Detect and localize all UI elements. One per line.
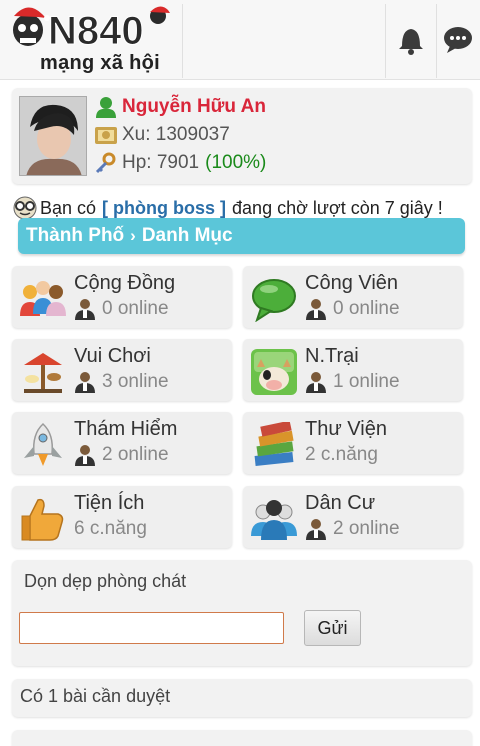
category-status-text: 1 online [333, 371, 400, 392]
person-icon [75, 299, 95, 320]
key-icon [95, 152, 116, 174]
category-name: N.Trại [305, 345, 359, 367]
category-status-text: 2 online [102, 444, 169, 465]
profile-xu-row: Xu: 1309037 [94, 124, 230, 146]
park-speech-icon [252, 279, 296, 322]
community-icon [20, 281, 66, 316]
messages-button[interactable] [436, 0, 480, 80]
user-icon [96, 97, 116, 118]
pending-posts-text[interactable]: Có 1 bài cần duyệt [20, 686, 170, 707]
residents-icon [251, 500, 297, 540]
person-icon [75, 372, 95, 393]
breadcrumb-category: Danh Mục [141, 225, 233, 246]
breadcrumb-city[interactable]: Thành Phố [26, 225, 124, 247]
category-status-text: 0 online [333, 298, 400, 319]
person-icon [306, 372, 326, 393]
chat-cleanup-input[interactable] [19, 612, 284, 644]
category-name: Thư Viện [305, 418, 387, 440]
person-icon [75, 445, 95, 466]
category-tile-vui-choi[interactable]: Vui Chơi 3 online [12, 339, 232, 401]
rocket-icon [24, 422, 62, 466]
next-panel [12, 730, 472, 746]
profile-hp-row: Hp: 7901 (100%) [94, 152, 266, 174]
site-logo[interactable]: N840 mạng xã hội [8, 4, 184, 76]
category-status: 3 online [74, 371, 169, 393]
thumbs-up-icon [21, 498, 64, 541]
header-divider [182, 4, 183, 78]
category-status: 2 online [74, 444, 169, 466]
category-status: 2 c.năng [305, 444, 378, 466]
category-name: Tiện Ích [74, 492, 145, 514]
category-status-text: 6 c.năng [74, 518, 147, 539]
category-status-text: 2 online [333, 518, 400, 539]
logo-subtitle: mạng xã hội [40, 52, 160, 74]
category-status-text: 3 online [102, 371, 169, 392]
person-icon [306, 519, 326, 540]
send-button[interactable]: Gửi [304, 610, 361, 646]
app-header: N840 mạng xã hội [0, 0, 480, 80]
logo-skull-icon: N840 [13, 6, 170, 50]
category-status: 6 c.năng [74, 518, 147, 540]
category-tile-n-trai[interactable]: N.Trại 1 online [243, 339, 463, 401]
person-icon [306, 299, 326, 320]
breadcrumb: Thành Phố › Danh Mục [18, 218, 465, 254]
profile-xu: Xu: 1309037 [122, 124, 230, 145]
chat-cleanup-title: Dọn dẹp phòng chát [24, 571, 187, 591]
nerd-face-icon [13, 196, 37, 220]
profile-hp-percent: (100%) [205, 152, 267, 173]
category-name: Dân Cư [305, 492, 376, 514]
category-tile-dan-cu[interactable]: Dân Cư 2 online [243, 486, 463, 548]
category-name: Công Viên [305, 272, 399, 294]
farm-cow-icon [251, 349, 297, 395]
notice-suffix: đang chờ lượt còn 7 giây ! [232, 197, 443, 218]
chat-bubble-icon [444, 27, 472, 53]
svg-text:N840: N840 [48, 9, 144, 50]
category-status: 0 online [74, 298, 169, 320]
category-tile-cong-vien[interactable]: Công Viên 0 online [243, 266, 463, 328]
category-status: 0 online [305, 298, 400, 320]
profile-hp: Hp: 7901 [122, 152, 200, 173]
category-name: Cộng Đồng [74, 272, 176, 294]
carousel-icon [24, 353, 62, 393]
notifications-button[interactable] [386, 0, 436, 80]
books-icon [254, 422, 294, 466]
profile-name-row: Nguyễn Hữu An [94, 96, 266, 118]
category-status: 1 online [305, 371, 400, 393]
category-status-text: 2 c.năng [305, 444, 378, 465]
avatar[interactable] [19, 96, 87, 176]
category-name: Vui Chơi [74, 345, 151, 367]
coins-icon [95, 127, 117, 144]
category-tile-tien-ich[interactable]: Tiện Ích 6 c.năng [12, 486, 232, 548]
profile-name[interactable]: Nguyễn Hữu An [122, 96, 266, 118]
bell-icon [399, 29, 423, 55]
category-status: 2 online [305, 518, 400, 540]
category-tile-cong-dong[interactable]: Cộng Đồng 0 online [12, 266, 232, 328]
boss-room-link[interactable]: [ phòng boss ] [102, 198, 226, 219]
category-status-text: 0 online [102, 298, 169, 319]
breadcrumb-separator: › [130, 226, 136, 245]
category-tile-tham-hiem[interactable]: Thám Hiểm 2 online [12, 412, 232, 474]
notice-prefix: Bạn có [40, 197, 97, 218]
category-name: Thám Hiểm [74, 418, 178, 440]
boss-room-notice: Bạn có [ phòng boss ] đang chờ lượt còn … [12, 196, 443, 220]
category-tile-thu-vien[interactable]: Thư Viện 2 c.năng [243, 412, 463, 474]
